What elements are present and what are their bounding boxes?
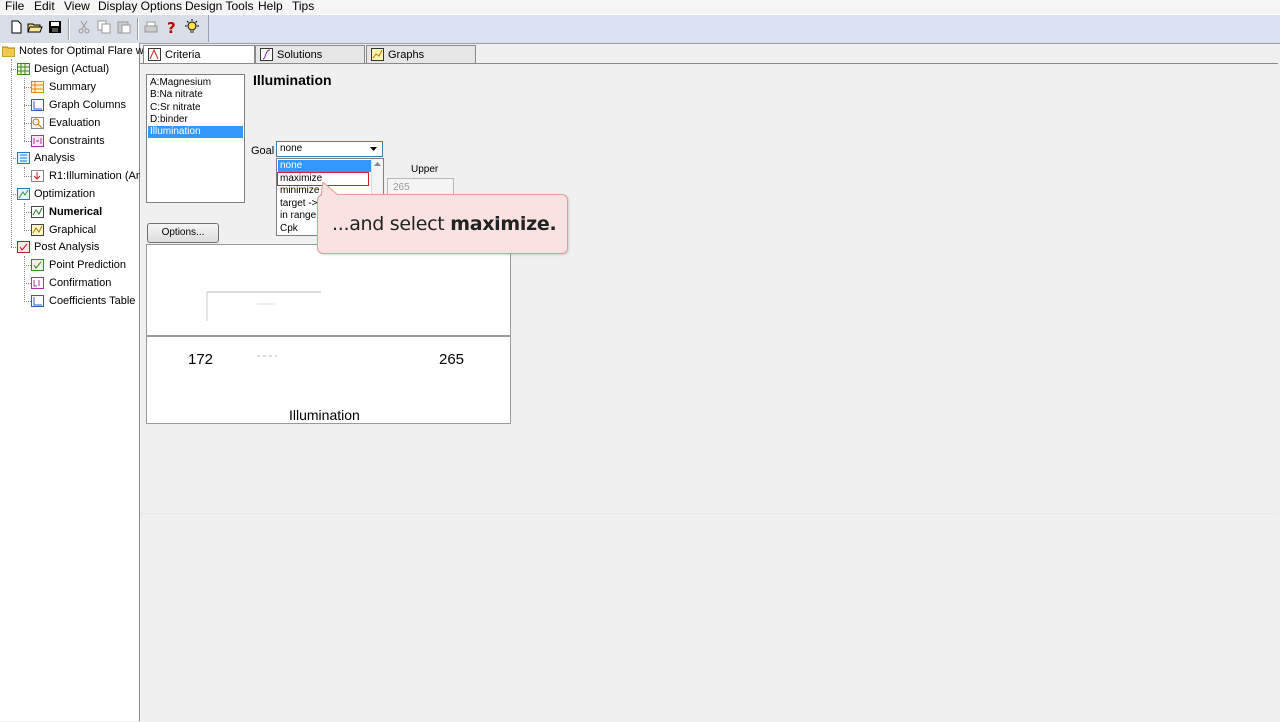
menu-view[interactable]: View [64, 0, 90, 13]
response-title: Illumination [253, 72, 332, 88]
tree-label: Graphical [49, 224, 97, 236]
coefficients-table-icon [31, 295, 44, 307]
help-icon[interactable]: ? [164, 19, 180, 35]
goal-option-none[interactable]: none [278, 160, 372, 172]
callout-emphasis: maximize. [450, 213, 557, 235]
tree-label: Analysis [34, 152, 75, 164]
menu-design-tools[interactable]: Design Tools [185, 0, 253, 13]
tree-label: Notes for Optimal Flare wit [19, 45, 150, 57]
plot-low-value: 172 [188, 351, 214, 368]
optimization-icon [17, 188, 30, 200]
tree-label: Numerical [49, 206, 103, 218]
list-item[interactable]: A:Magnesium [150, 77, 211, 89]
summary-icon [31, 81, 44, 93]
tree-label: Design (Actual) [34, 63, 110, 75]
tab-label: Graphs [388, 49, 425, 61]
options-button[interactable]: Options... [147, 223, 219, 243]
folder-icon [2, 46, 15, 57]
tree-label: Summary [49, 81, 97, 93]
menu-bar: File Edit View Display Options Design To… [0, 0, 1280, 14]
open-folder-icon[interactable] [27, 19, 43, 35]
new-document-icon[interactable] [8, 19, 24, 35]
upper-limit-value: 265 [393, 182, 410, 193]
goal-select[interactable]: none [276, 141, 383, 157]
graph-columns-icon [31, 99, 44, 111]
graphs-icon [371, 48, 384, 61]
print-icon[interactable] [143, 19, 159, 35]
constraints-icon [31, 135, 44, 147]
goal-selected-value: none [280, 143, 303, 154]
post-analysis-icon [17, 241, 30, 253]
solutions-icon [260, 48, 273, 61]
menu-help[interactable]: Help [258, 0, 283, 13]
numerical-icon [31, 206, 44, 218]
tree-label: Optimization [34, 188, 96, 200]
tree-label: R1:Illumination (Anal [49, 170, 151, 182]
save-icon[interactable] [47, 19, 63, 35]
tab-solutions[interactable]: Solutions [255, 45, 365, 65]
analysis-icon [17, 152, 30, 164]
plot-high-value: 265 [439, 351, 465, 368]
scroll-up-icon[interactable] [373, 161, 382, 168]
tab-graphs[interactable]: Graphs [366, 45, 476, 65]
menu-file[interactable]: File [5, 0, 24, 13]
magnifier-icon [31, 117, 44, 129]
toolbar: ? [0, 14, 1280, 44]
svg-text:?: ? [167, 19, 176, 35]
tree-label: Coefficients Table [49, 295, 136, 307]
plot-axis-label: Illumination [289, 407, 360, 423]
paste-icon[interactable] [116, 19, 132, 35]
tutorial-callout: ...and select maximize. [317, 182, 568, 254]
tree-label: Confirmation [49, 277, 112, 289]
upper-label: Upper [411, 164, 439, 175]
callout-text: ...and select maximize. [332, 213, 557, 235]
menu-edit[interactable]: Edit [34, 0, 55, 13]
tab-label: Solutions [277, 49, 323, 61]
menu-display-options[interactable]: Display Options [98, 0, 182, 13]
plot-canvas [147, 291, 510, 357]
tree-label: Point Prediction [49, 259, 127, 271]
design-grid-icon [17, 63, 30, 75]
divider [140, 513, 1278, 514]
tree-label: Graph Columns [49, 99, 127, 111]
copy-icon[interactable] [96, 19, 112, 35]
desirability-plot: 172 265 Illumination [146, 244, 511, 424]
tab-label: Criteria [165, 49, 201, 61]
chevron-down-icon[interactable] [367, 143, 380, 155]
criteria-icon [148, 48, 161, 61]
list-item[interactable]: B:Na nitrate [150, 89, 203, 101]
list-item[interactable]: C:Sr nitrate [150, 102, 201, 114]
tab-criteria[interactable]: Criteria [143, 45, 255, 65]
tree-label: Post Analysis [34, 241, 100, 253]
graphical-icon [31, 224, 44, 236]
navigation-tree: Notes for Optimal Flare wit Design (Actu… [0, 43, 151, 721]
goal-label: Goal [251, 145, 275, 157]
cut-icon[interactable] [76, 19, 92, 35]
menu-tips[interactable]: Tips [292, 0, 314, 13]
callout-prefix: ...and select [332, 213, 451, 235]
confirmation-icon [31, 277, 44, 289]
list-item-selected[interactable]: Illumination [148, 126, 243, 138]
list-item[interactable]: D:binder [150, 114, 188, 126]
response-arrow-icon [31, 170, 44, 182]
point-prediction-icon [31, 259, 44, 271]
tree-label: Constraints [49, 135, 105, 147]
callout-pointer [320, 182, 340, 196]
tree-label: Evaluation [49, 117, 101, 129]
factor-response-list[interactable]: A:Magnesium B:Na nitrate C:Sr nitrate D:… [146, 74, 245, 203]
tip-bulb-icon[interactable] [184, 19, 200, 35]
